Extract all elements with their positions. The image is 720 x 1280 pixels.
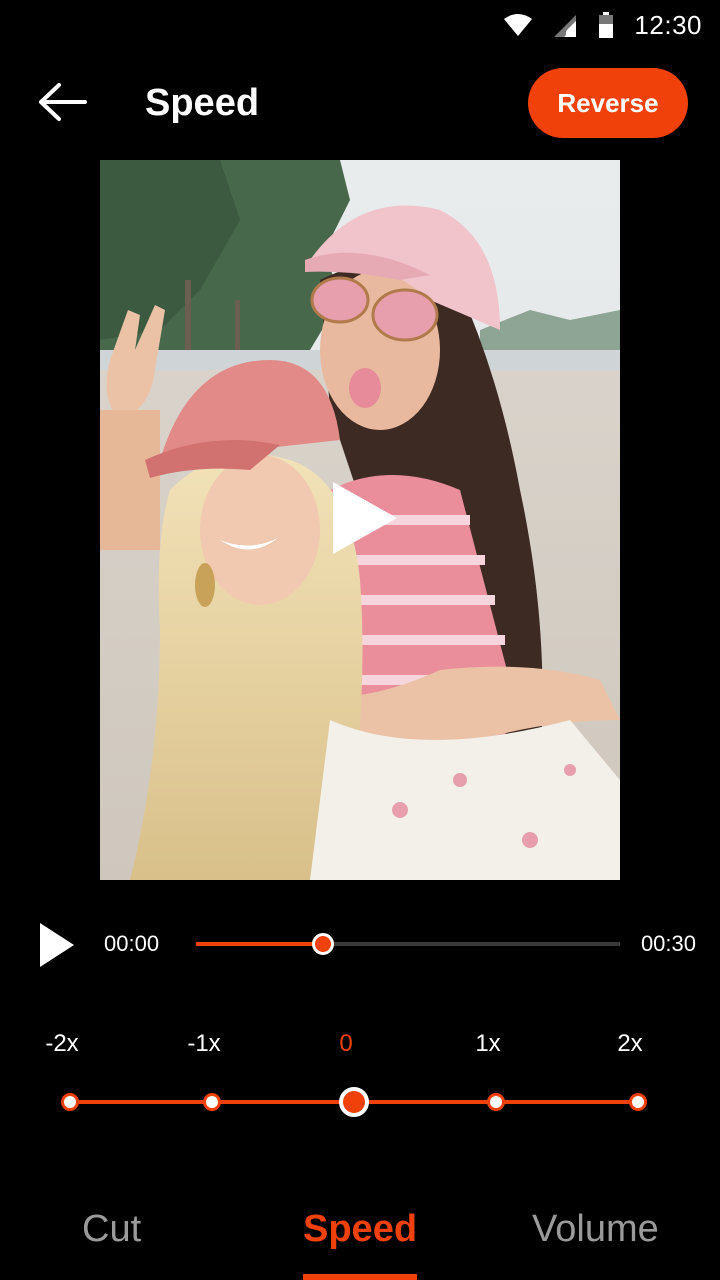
bottom-tabs: Cut Speed Volume <box>0 1200 720 1280</box>
play-icon[interactable] <box>38 921 78 969</box>
page-title: Speed <box>145 82 260 124</box>
speed-option-label[interactable]: -1x <box>164 1030 244 1058</box>
speed-slider-stop[interactable] <box>629 1093 647 1111</box>
back-button[interactable] <box>28 72 98 132</box>
speed-slider-stop[interactable] <box>203 1093 221 1111</box>
video-preview[interactable] <box>100 160 620 880</box>
speed-slider-thumb[interactable] <box>339 1087 369 1117</box>
seek-bar[interactable] <box>196 933 620 955</box>
speed-slider-stop[interactable] <box>487 1093 505 1111</box>
seek-bar-thumb[interactable] <box>312 933 335 955</box>
tab-cut[interactable]: Cut <box>82 1208 141 1251</box>
battery-icon <box>599 12 614 38</box>
status-icons: 12:30 <box>504 10 702 40</box>
status-bar: 12:30 <box>0 0 720 50</box>
current-time: 00:00 <box>104 931 160 956</box>
speed-option-label[interactable]: 1x <box>448 1030 528 1058</box>
speed-option-label[interactable]: 2x <box>590 1030 670 1058</box>
total-time: 00:30 <box>640 931 696 956</box>
speed-option-label[interactable]: 0 <box>306 1030 386 1058</box>
header: Speed Reverse <box>0 60 720 150</box>
tab-volume[interactable]: Volume <box>532 1208 659 1251</box>
speed-options: -2x -1x 0 1x 2x <box>0 1030 720 1070</box>
play-icon[interactable] <box>325 478 405 558</box>
cellular-signal-icon <box>554 15 577 37</box>
seek-bar-progress <box>196 942 324 946</box>
playback-controls: 00:00 00:30 <box>0 915 720 975</box>
speed-slider-stop[interactable] <box>61 1093 79 1111</box>
active-tab-indicator <box>303 1274 417 1280</box>
status-time: 12:30 <box>634 9 702 40</box>
tab-speed[interactable]: Speed <box>303 1208 417 1251</box>
reverse-button[interactable]: Reverse <box>528 68 688 138</box>
wifi-icon <box>504 14 533 36</box>
speed-option-label[interactable]: -2x <box>22 1030 102 1058</box>
arrow-left-icon <box>39 83 87 121</box>
